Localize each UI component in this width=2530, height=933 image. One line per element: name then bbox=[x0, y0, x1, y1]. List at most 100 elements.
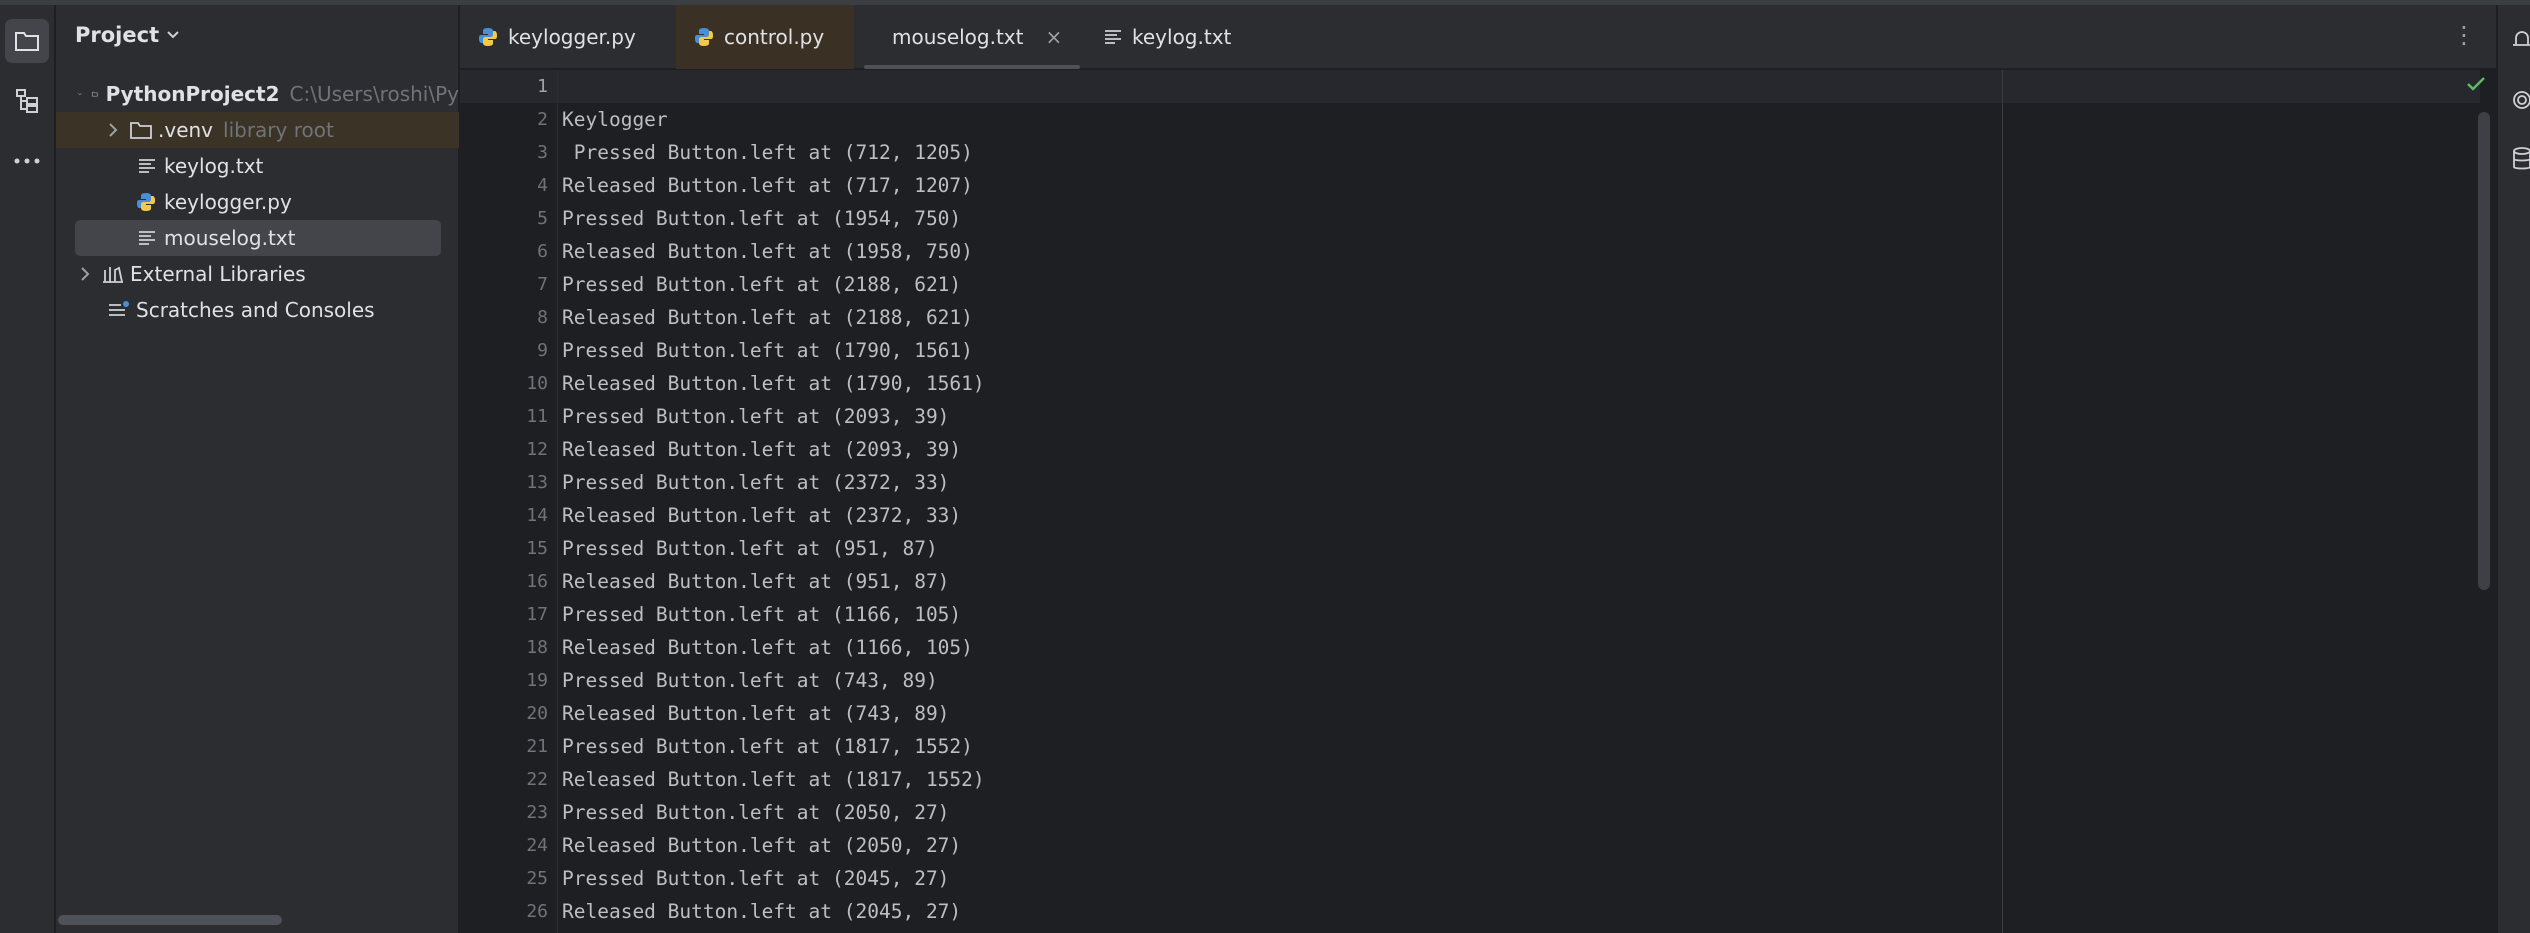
line-number: 12 bbox=[526, 439, 548, 460]
line-number: 5 bbox=[537, 208, 548, 229]
line-number: 13 bbox=[526, 472, 548, 493]
tree-item-mouselog-txt[interactable]: mouselog.txt bbox=[75, 220, 441, 256]
code-line: Released Button.left at (2372, 33) bbox=[562, 504, 962, 527]
notifications-icon[interactable] bbox=[2512, 29, 2530, 51]
line-number: 21 bbox=[526, 736, 548, 757]
text-editor[interactable]: 1 2 3 4 5 6 7 8 9 10 11 12 13 14 15 16 17 18 19 20 21 22 23 24 2… bbox=[460, 70, 2496, 933]
chevron-down-icon bbox=[167, 31, 179, 39]
horizontal-scrollbar[interactable] bbox=[58, 915, 282, 925]
code-line: Pressed Button.left at (743, 89) bbox=[562, 669, 938, 692]
more-tools-button[interactable] bbox=[5, 139, 49, 183]
more-horizontal-icon bbox=[14, 158, 40, 164]
right-margin-guide bbox=[2002, 70, 2003, 933]
right-tool-strip bbox=[2497, 5, 2530, 933]
code-line: Pressed Button.left at (2093, 39) bbox=[562, 405, 950, 428]
line-number: 2 bbox=[537, 109, 548, 130]
python-file-icon bbox=[479, 28, 497, 46]
code-line: Pressed Button.left at (1166, 105) bbox=[562, 603, 962, 626]
tab-label: keylogger.py bbox=[508, 25, 636, 49]
line-number-gutter: 1 2 3 4 5 6 7 8 9 10 11 12 13 14 15 16 17 18 19 20 21 22 23 24 2… bbox=[460, 70, 560, 933]
vertical-scrollbar[interactable] bbox=[2478, 112, 2490, 590]
line-number: 24 bbox=[526, 835, 548, 856]
line-number: 18 bbox=[526, 637, 548, 658]
ai-assistant-icon[interactable] bbox=[2512, 89, 2530, 111]
line-number: 22 bbox=[526, 769, 548, 790]
folder-icon bbox=[130, 122, 152, 139]
project-view-selector[interactable]: Project bbox=[75, 23, 179, 47]
code-line: Released Button.left at (1817, 1552) bbox=[562, 768, 985, 791]
line-number: 4 bbox=[537, 175, 548, 196]
tab-keylog-txt[interactable]: keylog.txt bbox=[1086, 5, 1256, 69]
code-line: Released Button.left at (2093, 39) bbox=[562, 438, 962, 461]
code-line: Pressed Button.left at (951, 87) bbox=[562, 537, 938, 560]
code-line: Released Button.left at (743, 89) bbox=[562, 702, 950, 725]
line-number: 26 bbox=[526, 901, 548, 922]
inspection-ok-icon[interactable] bbox=[2466, 76, 2486, 92]
line-number: 8 bbox=[537, 307, 548, 328]
line-number: 15 bbox=[526, 538, 548, 559]
line-number: 25 bbox=[526, 868, 548, 889]
line-number: 17 bbox=[526, 604, 548, 625]
folder-icon bbox=[91, 91, 98, 97]
project-panel: Project PythonProject2 C:\Users\roshi\Py… bbox=[56, 5, 459, 933]
python-file-icon bbox=[695, 28, 713, 46]
code-line: Released Button.left at (1166, 105) bbox=[562, 636, 973, 659]
project-root-name: PythonProject2 bbox=[105, 82, 280, 106]
python-file-icon bbox=[137, 193, 155, 211]
text-file-icon bbox=[1105, 30, 1121, 44]
line-number: 10 bbox=[526, 373, 548, 394]
library-icon bbox=[103, 266, 123, 283]
code-line: Pressed Button.left at (1790, 1561) bbox=[562, 339, 973, 362]
code-line: Released Button.left at (717, 1207) bbox=[562, 174, 973, 197]
code-line: Pressed Button.left at (2372, 33) bbox=[562, 471, 950, 494]
line-number: 7 bbox=[537, 274, 548, 295]
external-libraries-label: External Libraries bbox=[130, 262, 306, 286]
tree-item-keylogger-py[interactable]: keylogger.py bbox=[56, 184, 459, 220]
project-tool-button[interactable] bbox=[5, 19, 49, 63]
structure-icon bbox=[16, 89, 38, 113]
line-number: 23 bbox=[526, 802, 548, 823]
line-number: 16 bbox=[526, 571, 548, 592]
tree-item-external-libraries[interactable]: External Libraries bbox=[56, 256, 459, 292]
chevron-down-icon bbox=[78, 93, 82, 96]
scratches-label: Scratches and Consoles bbox=[136, 298, 375, 322]
scratches-icon bbox=[109, 301, 129, 316]
close-icon[interactable]: × bbox=[1045, 25, 1062, 49]
project-root-path: C:\Users\roshi\Py bbox=[289, 82, 460, 106]
database-icon[interactable] bbox=[2512, 147, 2530, 171]
structure-tool-button[interactable] bbox=[5, 79, 49, 123]
line-number: 20 bbox=[526, 703, 548, 724]
line-number: 6 bbox=[537, 241, 548, 262]
tree-item-venv[interactable]: .venv library root bbox=[56, 112, 459, 148]
tree-item-project-root[interactable]: PythonProject2 C:\Users\roshi\Py bbox=[56, 76, 459, 112]
file-label: mouselog.txt bbox=[164, 226, 296, 250]
code-line: Pressed Button.left at (2050, 27) bbox=[562, 801, 950, 824]
code-line: Released Button.left at (951, 87) bbox=[562, 570, 950, 593]
tab-mouselog-txt[interactable]: mouselog.txt × bbox=[864, 5, 1080, 69]
tree-item-scratches[interactable]: Scratches and Consoles bbox=[56, 292, 459, 328]
tab-label: keylog.txt bbox=[1132, 25, 1232, 49]
line-number: 14 bbox=[526, 505, 548, 526]
more-vertical-icon[interactable]: ⋮ bbox=[2452, 23, 2476, 47]
text-file-icon bbox=[139, 231, 155, 245]
venv-hint: library root bbox=[223, 118, 334, 142]
code-line: Released Button.left at (1958, 750) bbox=[562, 240, 973, 263]
folder-icon bbox=[15, 32, 39, 51]
left-tool-strip bbox=[0, 5, 55, 933]
line-number: 19 bbox=[526, 670, 548, 691]
file-label: keylogger.py bbox=[164, 190, 292, 214]
current-line-highlight bbox=[460, 70, 2480, 103]
project-panel-title: Project bbox=[75, 23, 160, 47]
line-number: 11 bbox=[526, 406, 548, 427]
tree-item-keylog-txt[interactable]: keylog.txt bbox=[56, 148, 459, 184]
tab-label: control.py bbox=[724, 25, 825, 49]
code-line: Keylogger bbox=[562, 108, 668, 131]
code-line: Pressed Button.left at (1817, 1552) bbox=[562, 735, 973, 758]
text-file-icon bbox=[139, 159, 155, 173]
tab-keylogger-py[interactable]: keylogger.py bbox=[460, 5, 672, 69]
chevron-right-icon bbox=[109, 123, 118, 137]
tab-control-py[interactable]: control.py bbox=[676, 5, 854, 69]
venv-label: .venv bbox=[158, 118, 214, 142]
file-label: keylog.txt bbox=[164, 154, 264, 178]
code-line: Released Button.left at (2188, 621) bbox=[562, 306, 973, 329]
